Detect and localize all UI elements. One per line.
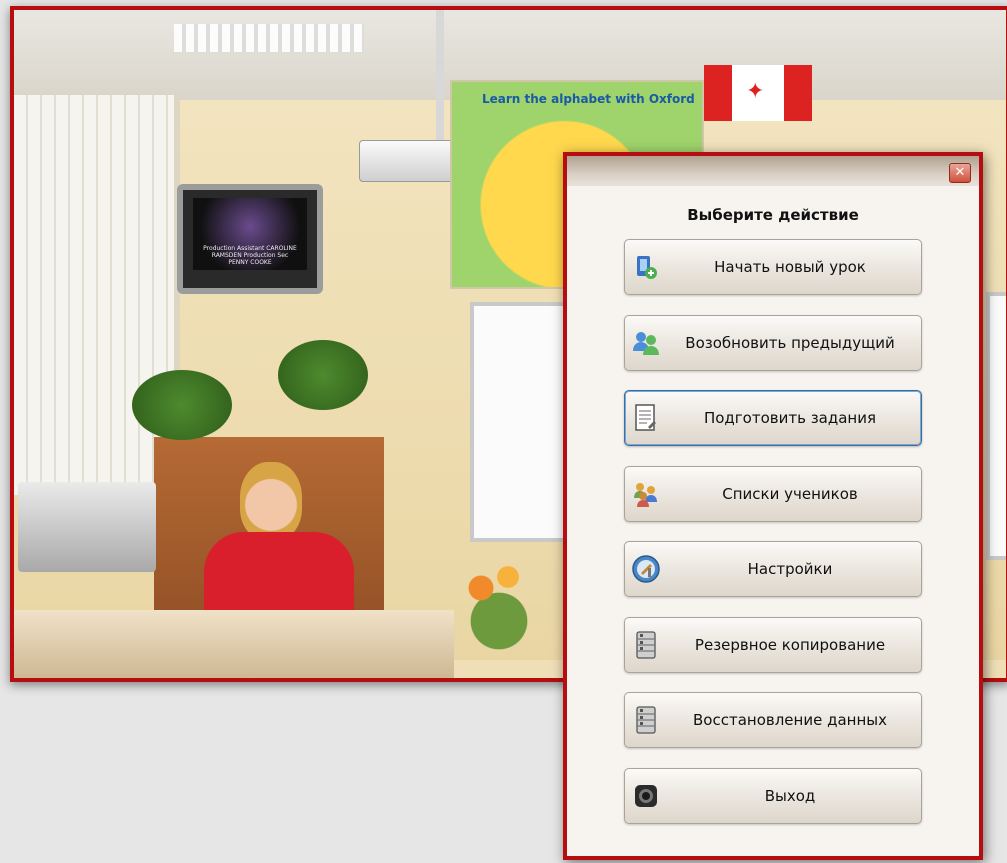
tv-caption: Production Assistant CAROLINE RAMSDEN Pr… <box>203 245 297 266</box>
plant-left <box>132 370 232 440</box>
wall-tv: Production Assistant CAROLINE RAMSDEN Pr… <box>177 184 323 294</box>
poster-title: Learn the alphabet with Oxford <box>482 92 695 106</box>
student-list-icon <box>630 478 662 510</box>
database-restore-icon <box>630 704 662 736</box>
new-lesson-icon <box>630 251 662 283</box>
resume-previous-button[interactable]: Возобновить предыдущий <box>624 314 922 371</box>
users-resume-icon <box>630 327 662 359</box>
action-dialog: ✕ Выберите действие Начать новый урок Во… <box>563 152 983 860</box>
printer <box>18 482 156 572</box>
exit-label: Выход <box>764 786 816 805</box>
dialog-titlebar[interactable]: ✕ <box>567 156 979 186</box>
resume-previous-label: Возобновить предыдущий <box>685 333 895 352</box>
desk <box>14 610 454 678</box>
close-button[interactable]: ✕ <box>949 163 971 183</box>
settings-button[interactable]: Настройки <box>624 541 922 597</box>
plant-right <box>278 340 368 410</box>
prepare-tasks-label: Подготовить задания <box>703 409 877 427</box>
database-backup-icon <box>630 629 662 661</box>
settings-icon <box>630 553 662 585</box>
canada-flag: ✦ <box>704 65 812 121</box>
settings-label: Настройки <box>747 560 833 578</box>
window-blinds <box>14 95 180 495</box>
maple-leaf-icon: ✦ <box>746 79 765 104</box>
projector-pole <box>436 10 444 142</box>
ceiling-light <box>174 24 364 52</box>
document-edit-icon <box>630 402 662 434</box>
restore-button[interactable]: Восстановление данных <box>624 692 922 748</box>
new-lesson-button[interactable]: Начать новый урок <box>624 239 922 295</box>
dialog-heading: Выберите действие <box>687 206 859 224</box>
teacher-head <box>240 462 302 540</box>
prepare-tasks-button[interactable]: Подготовить задания <box>624 390 922 446</box>
new-lesson-label: Начать новый урок <box>714 258 866 276</box>
teacher <box>204 462 354 632</box>
whiteboard-right <box>986 292 1006 560</box>
student-lists-button[interactable]: Списки учеников <box>624 465 922 522</box>
exit-icon <box>630 780 662 812</box>
backup-label: Резервное копирование <box>694 635 886 654</box>
restore-label: Восстановление данных <box>693 711 887 729</box>
flower-vase <box>454 555 544 665</box>
student-lists-label: Списки учеников <box>722 484 858 503</box>
exit-button[interactable]: Выход <box>624 767 922 824</box>
action-list: Начать новый урок Возобновить предыдущий… <box>624 239 924 843</box>
tv-screen: Production Assistant CAROLINE RAMSDEN Pr… <box>193 198 307 270</box>
backup-button[interactable]: Резервное копирование <box>624 616 922 673</box>
